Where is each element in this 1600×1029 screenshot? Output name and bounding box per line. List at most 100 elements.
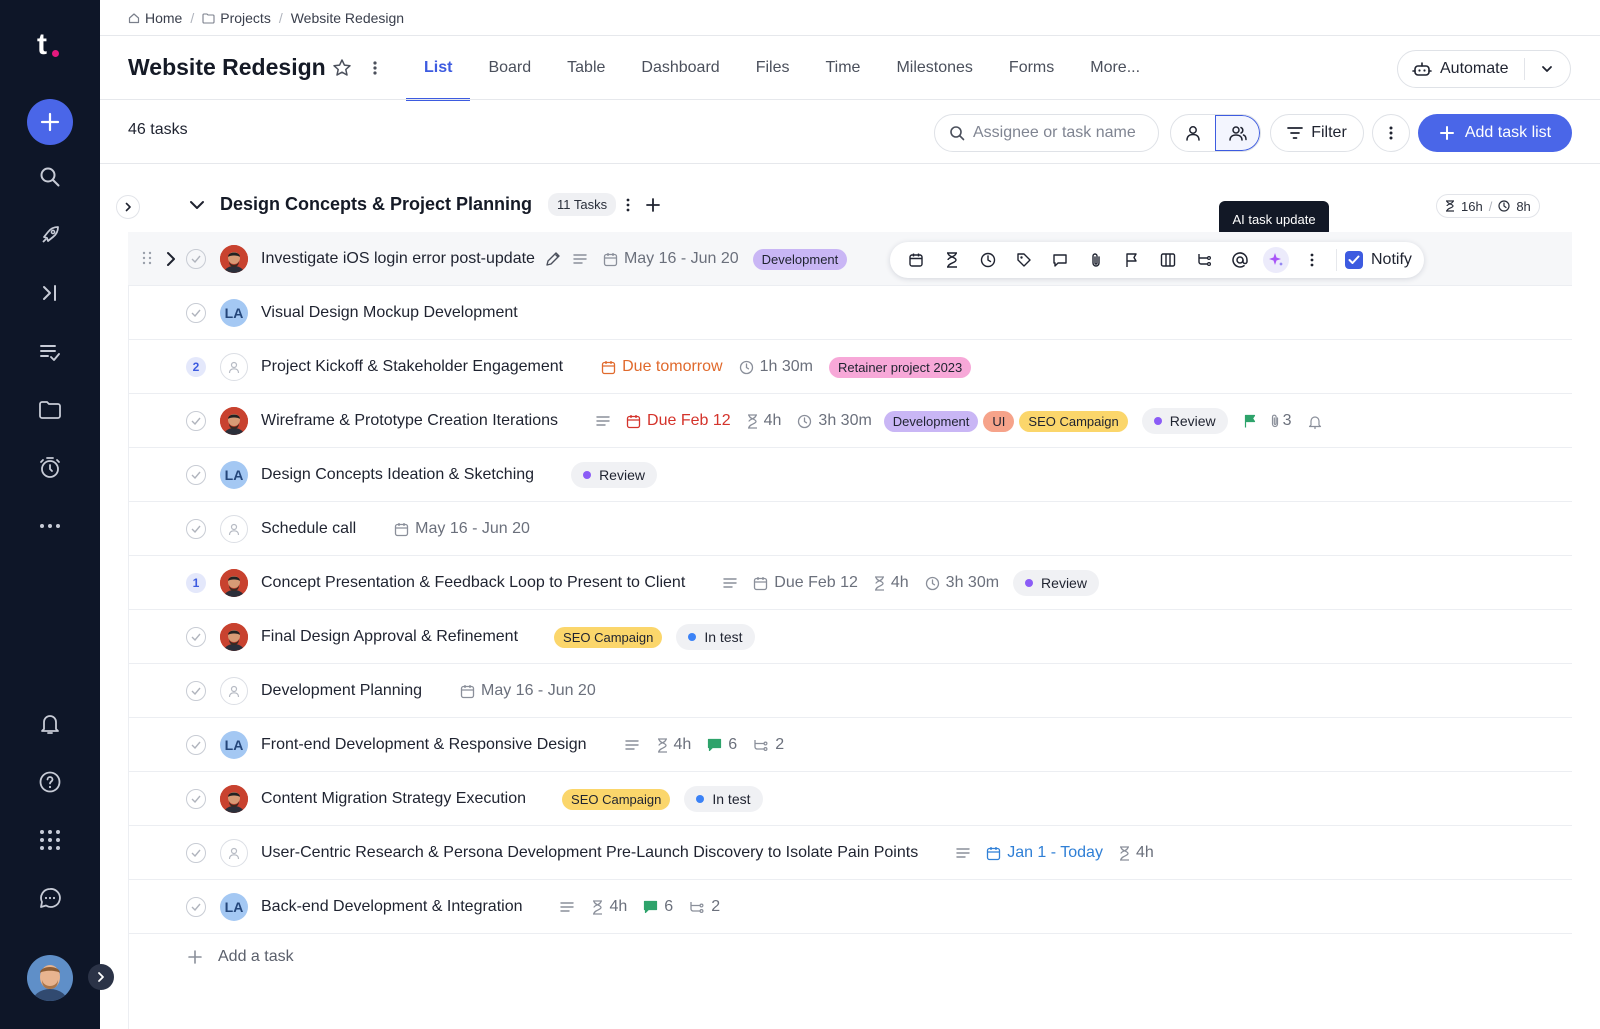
task-name[interactable]: Content Migration Strategy Execution (261, 790, 526, 808)
complete-checkbox[interactable] (186, 249, 206, 269)
assignee-avatar[interactable] (220, 245, 248, 273)
more-button[interactable] (37, 513, 63, 539)
favorite-star-icon[interactable] (332, 58, 352, 78)
search-input[interactable] (973, 124, 1153, 142)
filter-button[interactable]: Filter (1270, 114, 1364, 152)
task-row[interactable]: User-Centric Research & Persona Developm… (128, 826, 1572, 880)
projects-button[interactable] (37, 397, 63, 423)
task-name[interactable]: Design Concepts Ideation & Sketching (261, 466, 534, 484)
assignee-avatar[interactable] (220, 569, 248, 597)
add-task-button[interactable]: Add a task (188, 948, 294, 966)
attachment-icon[interactable] (1078, 242, 1114, 278)
subtask-count-badge[interactable]: 2 (186, 357, 206, 377)
expand-subtasks-icon[interactable] (164, 250, 178, 268)
task-name[interactable]: Concept Presentation & Feedback Loop to … (261, 574, 685, 592)
task-name[interactable]: Visual Design Mockup Development (261, 304, 518, 322)
task-row[interactable]: Final Design Approval & Refinement SEO C… (128, 610, 1572, 664)
subtask-count[interactable]: 2 (753, 736, 784, 754)
assignee-avatar[interactable]: LA (220, 893, 248, 921)
task-row[interactable]: Development Planning May 16 - Jun 20 (128, 664, 1572, 718)
status-badge[interactable]: Review (1141, 408, 1228, 434)
task-date[interactable]: May 16 - Jun 20 (603, 250, 739, 268)
complete-checkbox[interactable] (186, 897, 206, 917)
project-menu-icon[interactable] (372, 60, 378, 76)
task-row[interactable]: Schedule call May 16 - Jun 20 (128, 502, 1572, 556)
unassigned-avatar[interactable] (220, 515, 248, 543)
assignee-avatar[interactable]: LA (220, 731, 248, 759)
estimate-hourglass-icon[interactable] (934, 242, 970, 278)
comment-count[interactable]: 6 (643, 898, 673, 916)
task-name[interactable]: Final Design Approval & Refinement (261, 628, 518, 646)
task-name[interactable]: Wireframe & Prototype Creation Iteration… (261, 412, 558, 430)
ai-sparkle-icon[interactable] (1258, 242, 1294, 278)
search-button[interactable] (37, 164, 63, 190)
attachment-count[interactable]: 3 (1270, 412, 1292, 430)
complete-checkbox[interactable] (186, 303, 206, 323)
subtask-icon[interactable] (1186, 242, 1222, 278)
notifications-button[interactable] (37, 711, 63, 737)
task-row[interactable]: Content Migration Strategy Execution SEO… (128, 772, 1572, 826)
help-button[interactable] (37, 769, 63, 795)
time-log-clock-icon[interactable] (970, 242, 1006, 278)
reminder-bell-icon[interactable] (1308, 414, 1322, 429)
tab-time[interactable]: Time (807, 46, 878, 101)
tag-seo-campaign[interactable]: SEO Campaign (554, 626, 663, 648)
complete-checkbox[interactable] (186, 627, 206, 647)
expand-details-button[interactable] (116, 195, 140, 219)
comment-count[interactable]: 6 (707, 736, 737, 754)
complete-checkbox[interactable] (186, 843, 206, 863)
assignee-avatar[interactable] (220, 623, 248, 651)
task-date[interactable]: May 16 - Jun 20 (394, 520, 530, 538)
assignee-avatar[interactable]: LA (220, 461, 248, 489)
task-date[interactable]: Jan 1 - Today (986, 844, 1103, 862)
task-row[interactable]: LA Visual Design Mockup Development (128, 286, 1572, 340)
task-name[interactable]: Project Kickoff & Stakeholder Engagement (261, 358, 563, 376)
unassigned-avatar[interactable] (220, 677, 248, 705)
tab-more[interactable]: More... (1072, 46, 1158, 101)
add-task-to-group-icon[interactable] (646, 197, 661, 212)
tag-retainer[interactable]: Retainer project 2023 (828, 356, 972, 378)
edit-pencil-icon[interactable] (545, 251, 561, 267)
apps-button[interactable] (37, 827, 63, 853)
task-row[interactable]: Wireframe & Prototype Creation Iteration… (128, 394, 1572, 448)
tag-development[interactable]: Development (752, 248, 848, 270)
task-row[interactable]: LA Back-end Development & Integration 4h… (128, 880, 1572, 934)
tab-dashboard[interactable]: Dashboard (623, 46, 737, 101)
status-badge[interactable]: In test (684, 786, 763, 812)
tag-icon[interactable] (1006, 242, 1042, 278)
launch-button[interactable] (37, 222, 63, 248)
task-date[interactable]: May 16 - Jun 20 (460, 682, 596, 700)
task-name[interactable]: User-Centric Research & Persona Developm… (261, 844, 918, 862)
app-logo[interactable]: t (37, 28, 59, 62)
task-name[interactable]: Front-end Development & Responsive Desig… (261, 736, 587, 754)
set-date-icon[interactable] (898, 242, 934, 278)
complete-checkbox[interactable] (186, 411, 206, 431)
task-name[interactable]: Development Planning (261, 682, 422, 700)
task-name[interactable]: Back-end Development & Integration (261, 898, 522, 916)
group-name[interactable]: Design Concepts & Project Planning (220, 194, 532, 215)
group-menu-icon[interactable] (626, 198, 630, 212)
task-due-date[interactable]: Due tomorrow (601, 358, 723, 376)
tab-table[interactable]: Table (549, 46, 623, 101)
task-name[interactable]: Investigate iOS login error post-update (261, 250, 535, 268)
tab-list[interactable]: List (406, 46, 471, 101)
complete-checkbox[interactable] (186, 465, 206, 485)
collapse-group-icon[interactable] (188, 196, 206, 214)
tab-files[interactable]: Files (738, 46, 808, 101)
more-actions-icon[interactable] (1294, 242, 1330, 278)
task-name[interactable]: Schedule call (261, 520, 356, 538)
collapse-panel-button[interactable] (37, 280, 63, 306)
status-badge[interactable]: Review (571, 462, 657, 488)
priority-flag-icon[interactable] (1114, 242, 1150, 278)
user-avatar[interactable] (27, 955, 73, 1001)
tab-forms[interactable]: Forms (991, 46, 1072, 101)
tab-milestones[interactable]: Milestones (878, 46, 990, 101)
task-row[interactable]: LA Front-end Development & Responsive De… (128, 718, 1572, 772)
list-options-button[interactable] (1372, 114, 1410, 152)
complete-checkbox[interactable] (186, 681, 206, 701)
task-row[interactable]: 2 Project Kickoff & Stakeholder Engageme… (128, 340, 1572, 394)
task-row[interactable]: Investigate iOS login error post-update … (128, 232, 1572, 286)
time-tracking-button[interactable] (37, 455, 63, 481)
automate-button[interactable]: Automate (1397, 50, 1571, 88)
assignee-avatar[interactable] (220, 785, 248, 813)
